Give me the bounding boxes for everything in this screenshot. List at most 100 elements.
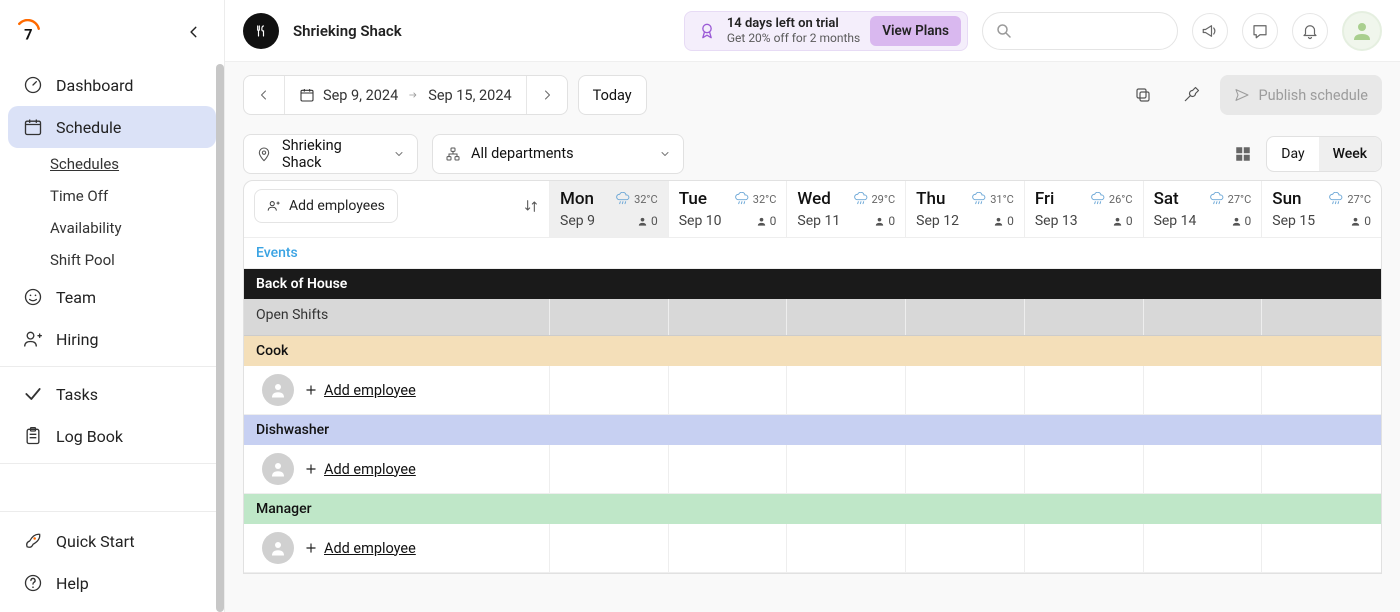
shift-cell[interactable] [550, 445, 669, 493]
trial-subline: Get 20% off for 2 months [727, 31, 860, 45]
role-employee-cell: Add employee [244, 524, 550, 572]
day-header[interactable]: Sat 27°C Sep 14 0 [1144, 181, 1263, 237]
day-header[interactable]: Tue 32°C Sep 10 0 [669, 181, 788, 237]
open-shifts-cell[interactable] [550, 299, 669, 335]
sidebar-item-dashboard[interactable]: Dashboard [8, 64, 216, 106]
shift-cell[interactable] [1144, 445, 1263, 493]
megaphone-button[interactable] [1192, 13, 1228, 49]
day-header[interactable]: Sun 27°C Sep 15 0 [1262, 181, 1381, 237]
view-plans-button[interactable]: View Plans [870, 16, 961, 46]
shift-cell[interactable] [550, 366, 669, 414]
sidebar-item-tasks[interactable]: Tasks [8, 373, 216, 415]
date-range-button[interactable]: Sep 9, 2024 Sep 15, 2024 [285, 76, 526, 114]
sidebar-sub-shiftpool[interactable]: Shift Pool [50, 244, 224, 276]
sidebar-item-quickstart[interactable]: Quick Start [8, 520, 216, 562]
shift-cell[interactable] [787, 366, 906, 414]
shift-cell[interactable] [1025, 524, 1144, 572]
user-avatar[interactable] [1342, 11, 1382, 51]
location-dropdown[interactable]: Shrieking Shack [243, 134, 418, 174]
day-header[interactable]: Fri 26°C Sep 13 0 [1025, 181, 1144, 237]
day-header[interactable]: Thu 31°C Sep 12 0 [906, 181, 1025, 237]
sidebar-item-hiring[interactable]: Hiring [8, 318, 216, 360]
shift-cell[interactable] [1144, 524, 1263, 572]
next-week-button[interactable] [527, 76, 567, 114]
shift-cell[interactable] [669, 524, 788, 572]
search-input[interactable] [982, 12, 1178, 50]
shift-cell[interactable] [1262, 366, 1381, 414]
layout-button[interactable] [1234, 145, 1252, 163]
publish-button[interactable]: Publish schedule [1220, 75, 1382, 115]
shift-cell[interactable] [550, 524, 669, 572]
plus-icon [304, 462, 318, 476]
shift-cell[interactable] [906, 524, 1025, 572]
open-shifts-cell[interactable] [1262, 299, 1381, 335]
chat-button[interactable] [1242, 13, 1278, 49]
sidebar-sub-schedules[interactable]: Schedules [50, 148, 224, 180]
sidebar-collapse-button[interactable] [180, 18, 208, 46]
location-value: Shrieking Shack [282, 137, 383, 171]
tools-button[interactable] [1172, 76, 1210, 114]
copy-button[interactable] [1124, 76, 1162, 114]
events-row[interactable]: Events [244, 238, 1381, 269]
shift-cell[interactable] [1025, 445, 1144, 493]
group-header: Back of House [244, 269, 1381, 299]
sidebar-item-label: Help [56, 574, 89, 593]
shift-cell[interactable] [669, 445, 788, 493]
sidebar-item-schedule[interactable]: Schedule [8, 106, 216, 148]
clipboard-icon [22, 425, 44, 447]
open-shifts-cell[interactable] [1025, 299, 1144, 335]
day-header[interactable]: Wed 29°C Sep 11 0 [787, 181, 906, 237]
open-shifts-cell[interactable] [1144, 299, 1263, 335]
shift-cell[interactable] [787, 524, 906, 572]
shift-cell[interactable] [787, 445, 906, 493]
view-day[interactable]: Day [1267, 137, 1318, 171]
shift-cell[interactable] [1262, 524, 1381, 572]
day-header[interactable]: Mon 32°C Sep 9 0 [550, 181, 669, 237]
sidebar-item-logbook[interactable]: Log Book [8, 415, 216, 457]
wrench-icon [1182, 86, 1200, 104]
shift-cell[interactable] [669, 366, 788, 414]
shift-cell[interactable] [1025, 366, 1144, 414]
bell-button[interactable] [1292, 13, 1328, 49]
role-employee-cell: Add employee [244, 445, 550, 493]
filter-bar: Shrieking Shack All departments Day Week [225, 128, 1400, 180]
add-employees-button[interactable]: Add employees [254, 189, 398, 223]
sidebar-sub-timeoff[interactable]: Time Off [50, 180, 224, 212]
shift-cell[interactable] [1262, 445, 1381, 493]
shift-cell[interactable] [906, 445, 1025, 493]
add-employee-link[interactable]: Add employee [304, 382, 416, 399]
sidebar-item-label: Dashboard [56, 76, 133, 95]
send-icon [1234, 87, 1250, 103]
trial-headline: 14 days left on trial [727, 16, 860, 31]
view-week[interactable]: Week [1319, 137, 1381, 171]
open-shifts-label: Open Shifts [244, 299, 550, 335]
rain-icon [1328, 192, 1344, 206]
role-body-row: Add employee [244, 366, 1381, 415]
temp: 29°C [872, 193, 896, 206]
user-icon [637, 216, 648, 227]
department-dropdown[interactable]: All departments [432, 134, 684, 174]
open-shifts-cell[interactable] [787, 299, 906, 335]
megaphone-icon [1201, 22, 1219, 40]
sidebar-item-team[interactable]: Team [8, 276, 216, 318]
weather: 32°C [734, 192, 777, 206]
open-shifts-cell[interactable] [669, 299, 788, 335]
employee-count: 0 [1350, 214, 1371, 228]
role-body-row: Add employee [244, 445, 1381, 494]
add-employee-link[interactable]: Add employee [304, 461, 416, 478]
sidebar-item-help[interactable]: Help [8, 562, 216, 604]
sidebar-item-label: Log Book [56, 427, 123, 446]
add-employee-link[interactable]: Add employee [304, 540, 416, 557]
shift-cell[interactable] [1144, 366, 1263, 414]
shift-cell[interactable] [906, 366, 1025, 414]
rain-icon [1090, 192, 1106, 206]
user-icon [1112, 216, 1123, 227]
sidebar-scrollbar[interactable] [216, 64, 224, 612]
prev-week-button[interactable] [244, 76, 284, 114]
day-name: Mon [560, 189, 594, 209]
today-button[interactable]: Today [578, 75, 647, 115]
sort-button[interactable] [523, 198, 539, 214]
sidebar-item-label: Tasks [56, 385, 98, 404]
open-shifts-cell[interactable] [906, 299, 1025, 335]
sidebar-sub-availability[interactable]: Availability [50, 212, 224, 244]
